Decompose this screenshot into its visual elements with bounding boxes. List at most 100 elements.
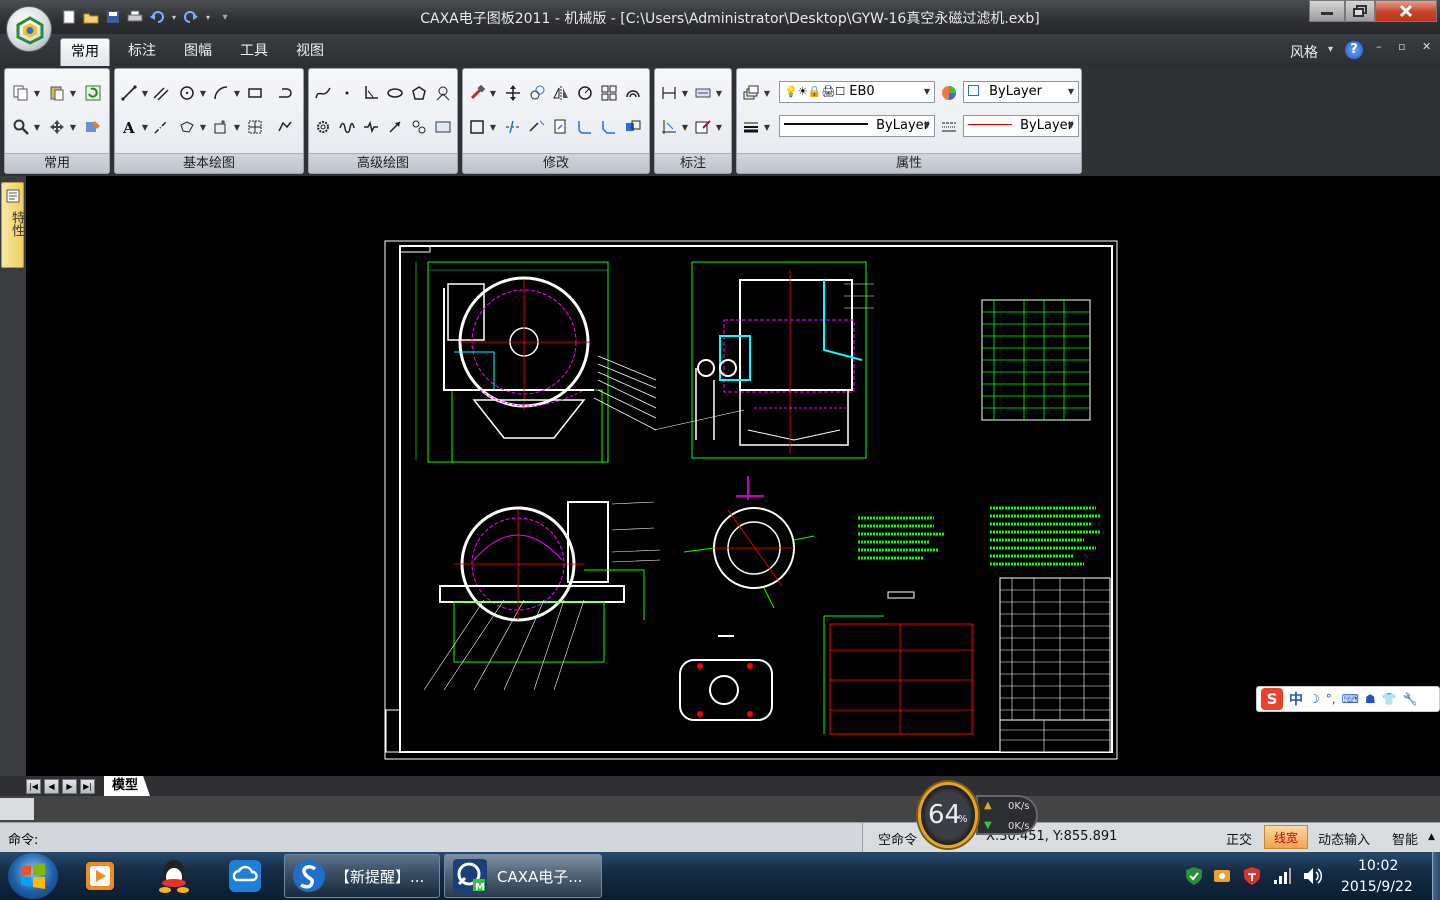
- dynamic-input-toggle[interactable]: 动态输入: [1318, 829, 1370, 848]
- layer-select[interactable]: 💡☀🔒🖨☐ EB0 ▼: [779, 81, 935, 103]
- spline-icon[interactable]: [313, 83, 333, 103]
- taskbar-button-reminder[interactable]: 【新提醒】...: [284, 854, 440, 898]
- undo-dropdown-icon[interactable]: ▾: [170, 8, 178, 26]
- copy-icon[interactable]: [11, 83, 31, 103]
- sogou-icon[interactable]: S: [1261, 688, 1283, 710]
- chamfer-icon[interactable]: [599, 117, 619, 137]
- rectangle-icon[interactable]: [245, 83, 265, 103]
- tab-tools[interactable]: 工具: [227, 38, 281, 66]
- prev-tab-icon[interactable]: ◀: [44, 779, 59, 794]
- fillet-icon[interactable]: [575, 117, 595, 137]
- sketch-icon[interactable]: [275, 117, 295, 137]
- sync-icon[interactable]: [1212, 866, 1232, 886]
- tab-annotation[interactable]: 标注: [115, 38, 169, 66]
- punctuation-icon[interactable]: °,: [1326, 692, 1336, 706]
- help-icon[interactable]: ?: [1345, 41, 1363, 59]
- next-tab-icon[interactable]: ▶: [62, 779, 77, 794]
- keyboard-icon[interactable]: ⌨: [1342, 692, 1359, 706]
- explode-icon[interactable]: [623, 117, 643, 137]
- arc-icon[interactable]: [211, 83, 231, 103]
- polyline-icon[interactable]: [275, 83, 295, 103]
- chevron-down-icon[interactable]: ▼: [199, 83, 207, 103]
- dimension-icon[interactable]: [659, 83, 679, 103]
- clock-time[interactable]: 10:02: [1358, 858, 1398, 874]
- line-icon[interactable]: [119, 83, 139, 103]
- redo-icon[interactable]: [182, 8, 200, 26]
- select-box-icon[interactable]: [467, 117, 487, 137]
- regen-icon[interactable]: [83, 83, 103, 103]
- first-tab-icon[interactable]: |◀: [26, 779, 41, 794]
- tab-model[interactable]: 模型: [104, 776, 150, 796]
- tab-home[interactable]: 常用: [60, 38, 110, 66]
- customize-icon[interactable]: ▾: [216, 8, 234, 26]
- new-icon[interactable]: [60, 8, 78, 26]
- chevron-down-icon[interactable]: ▼: [715, 117, 723, 137]
- redo-dropdown-icon[interactable]: ▾: [204, 8, 212, 26]
- ellipse-icon[interactable]: [385, 83, 405, 103]
- offset-icon[interactable]: [623, 83, 643, 103]
- ime-mode-label[interactable]: 中: [1289, 689, 1303, 709]
- chevron-down-icon[interactable]: ▼: [489, 117, 497, 137]
- chevron-down-icon[interactable]: ▼: [69, 117, 77, 137]
- ortho-line-icon[interactable]: [361, 83, 381, 103]
- chevron-down-icon[interactable]: ▼: [33, 83, 41, 103]
- ribbon-restore-icon[interactable]: ▫: [1398, 40, 1405, 53]
- chevron-down-icon[interactable]: ▼: [141, 117, 149, 137]
- security-shield-icon[interactable]: [1184, 866, 1204, 886]
- chevron-down-icon[interactable]: ▼: [715, 83, 723, 103]
- close-button[interactable]: [1375, 0, 1437, 22]
- volume-icon[interactable]: [1302, 866, 1323, 886]
- copy-objects-icon[interactable]: [527, 83, 547, 103]
- color-select[interactable]: ByLayer ▼: [963, 81, 1079, 103]
- chevron-down-icon[interactable]: ▼: [33, 117, 41, 137]
- centerline-icon[interactable]: [151, 117, 171, 137]
- gear-icon[interactable]: [313, 117, 333, 137]
- tab-view[interactable]: 视图: [283, 38, 337, 66]
- break-line-icon[interactable]: [361, 117, 381, 137]
- qq-icon[interactable]: [154, 856, 194, 896]
- network-speed-widget[interactable]: 0K/s 0K/s ▲ ▼: [976, 795, 1038, 835]
- command-grip[interactable]: [0, 798, 34, 820]
- tab-sheet[interactable]: 图幅: [171, 38, 225, 66]
- user-icon[interactable]: ☗: [1365, 692, 1376, 706]
- print-icon[interactable]: [126, 8, 144, 26]
- properties-brush-icon[interactable]: [83, 117, 103, 137]
- clock-date[interactable]: 2015/9/22: [1341, 879, 1413, 895]
- lineweight-icon[interactable]: [741, 117, 761, 137]
- ole-object-icon[interactable]: [433, 117, 453, 137]
- linetype-manager-icon[interactable]: [939, 117, 959, 137]
- move-icon[interactable]: [503, 83, 523, 103]
- taskbar-button-caxa[interactable]: M CAXA电子...: [444, 854, 602, 898]
- show-desktop-button[interactable]: [1432, 852, 1440, 900]
- save-icon[interactable]: [104, 8, 122, 26]
- image-icon[interactable]: [433, 83, 453, 103]
- text-icon[interactable]: A: [119, 117, 139, 137]
- minimize-button[interactable]: [1309, 0, 1345, 22]
- layer-manager-icon[interactable]: [741, 83, 761, 103]
- trim-icon[interactable]: [503, 117, 523, 137]
- command-line[interactable]: [0, 822, 862, 852]
- parallel-line-icon[interactable]: [151, 83, 171, 103]
- restore-button[interactable]: [1345, 0, 1375, 22]
- extend-icon[interactable]: [527, 117, 547, 137]
- pan-icon[interactable]: [47, 117, 67, 137]
- mirror-icon[interactable]: [551, 83, 571, 103]
- table-icon[interactable]: [245, 117, 265, 137]
- block-icon[interactable]: [211, 117, 231, 137]
- linewidth-toggle[interactable]: 线宽: [1264, 825, 1308, 849]
- lineweight-select[interactable]: ByLayer ▼: [963, 115, 1079, 137]
- ortho-toggle[interactable]: 正交: [1226, 829, 1252, 848]
- array-icon[interactable]: [599, 83, 619, 103]
- media-player-icon[interactable]: [80, 856, 120, 896]
- circle-icon[interactable]: [177, 83, 197, 103]
- zoom-icon[interactable]: [11, 117, 31, 137]
- paste-icon[interactable]: [47, 83, 67, 103]
- chevron-down-icon[interactable]: ▼: [141, 83, 149, 103]
- ime-toolbar[interactable]: S 中 ☽ °, ⌨ ☗ 👕 🔧: [1256, 686, 1440, 712]
- linetype-select[interactable]: ByLayer ▼: [779, 115, 935, 137]
- delete-icon[interactable]: [467, 83, 487, 103]
- wave-line-icon[interactable]: [337, 117, 357, 137]
- chevron-down-icon[interactable]: ▾: [1328, 44, 1333, 55]
- ribbon-minimize-icon[interactable]: –: [1376, 40, 1382, 53]
- network-signal-icon[interactable]: [1272, 866, 1292, 886]
